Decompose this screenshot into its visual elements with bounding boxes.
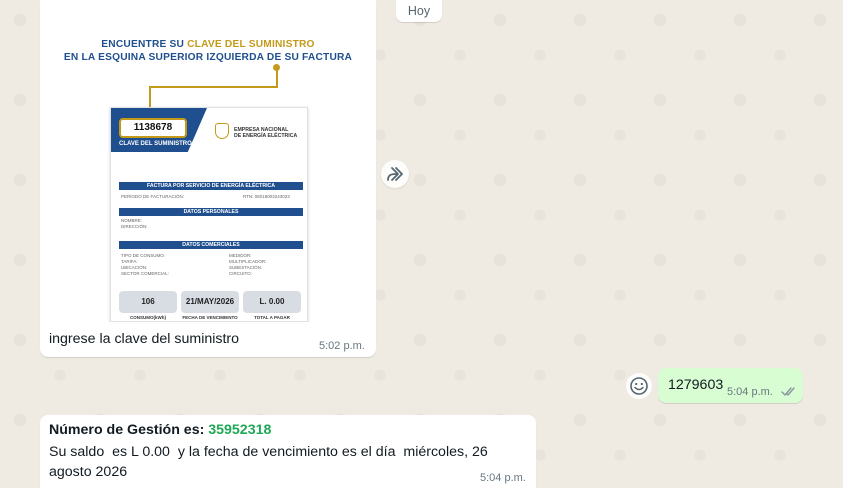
double-check-icon — [781, 387, 795, 396]
message-time: 5:04 p.m. — [480, 472, 526, 484]
incoming-text-message[interactable]: Número de Gestión es: 35952318 Su saldo … — [40, 415, 536, 488]
outgoing-message-text: 1279603 — [668, 377, 724, 393]
balance-message-text: Su saldo es L 0.00 y la fecha de vencimi… — [49, 444, 488, 480]
message-time: 5:02 p.m. — [319, 340, 365, 352]
invoice-title-band: FACTURA POR SERVICIO DE ENERGÍA ELÉCTRIC… — [119, 182, 303, 190]
pointer-line — [149, 86, 278, 88]
image-heading-line2: EN LA ESQUINA SUPERIOR IZQUIERDA DE SU F… — [63, 52, 353, 63]
invoice-document: 1138678 CLAVE DEL SUMINISTRO EMPRESA NAC… — [110, 107, 308, 322]
image-caption: ingrese la clave del suministro — [49, 331, 240, 347]
emoji-react-icon — [630, 377, 648, 395]
management-number-line: Número de Gestión es: 35952318 — [49, 422, 272, 438]
pointer-line — [276, 70, 278, 87]
commercial-right-fields: MEDIDOR: MULTIPLICADOR: SUBESTACIÓN: CIR… — [229, 253, 267, 276]
billing-period-label: PERÍODO DE FACTURACIÓN: — [121, 194, 185, 199]
consumption-label: CONSUMO(kWh) — [130, 315, 166, 320]
commercial-data-band: DATOS COMERCIALES — [119, 241, 303, 249]
total-label: TOTAL A PAGAR — [254, 315, 290, 320]
total-value: L. 0.00 — [243, 291, 301, 313]
emoji-react-button[interactable] — [626, 373, 652, 399]
management-number: 35952318 — [208, 422, 272, 438]
date-divider: Hoy — [396, 0, 442, 22]
personal-data-band: DATOS PERSONALES — [119, 208, 303, 216]
due-date-label: FECHA DE VENCIMIENTO — [182, 315, 238, 320]
supply-key-label: CLAVE DEL SUMINISTRO — [119, 141, 192, 147]
message-time: 5:04 p.m. — [727, 386, 773, 398]
company-seal-icon — [215, 123, 229, 139]
rtn-label: RTN: 08019003243023 — [243, 194, 290, 199]
company-name: EMPRESA NACIONAL DE ENERGÍA ELÉCTRICA — [234, 127, 298, 139]
image-heading-line1: ENCUENTRE SU CLAVE DEL SUMINISTRO — [101, 39, 315, 50]
due-date-value: 21/MAY/2026 — [181, 291, 239, 313]
consumption-value: 106 — [119, 291, 177, 313]
forward-icon — [387, 167, 403, 181]
supply-key-box: 1138678 — [119, 118, 187, 138]
incoming-image-message[interactable]: ENCUENTRE SU CLAVE DEL SUMINISTRO EN LA … — [40, 0, 376, 357]
forward-button[interactable] — [381, 160, 409, 188]
address-label: DIRECCIÓN: — [121, 224, 148, 229]
commercial-left-fields: TIPO DE CONSUMO: TARIFA: UBICACIÓN: SECT… — [121, 253, 169, 276]
invoice-image[interactable]: ENCUENTRE SU CLAVE DEL SUMINISTRO EN LA … — [43, 0, 373, 322]
outgoing-message[interactable]: 1279603 5:04 p.m. — [658, 368, 803, 403]
